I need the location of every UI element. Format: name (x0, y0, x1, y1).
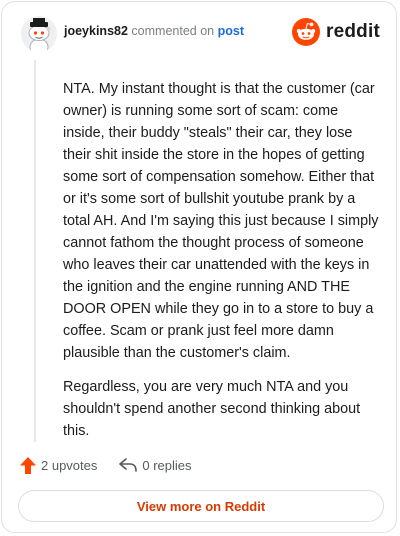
post-link[interactable]: post (218, 24, 244, 38)
upvote-count[interactable]: 2 upvotes (41, 458, 97, 473)
brand-name: reddit (326, 21, 380, 42)
comment-card: joeykins82 commented on post reddit NTA.… (1, 1, 397, 533)
reply-arrow-icon[interactable] (119, 458, 138, 472)
comment-paragraph: NTA. My instant thought is that the cust… (63, 81, 379, 361)
view-more-button[interactable]: View more on Reddit (18, 490, 384, 522)
thread-line (34, 60, 36, 442)
comment-meta: joeykins82 commented on post (64, 24, 244, 38)
username[interactable]: joeykins82 (64, 24, 128, 38)
reply-count[interactable]: 0 replies (142, 458, 191, 473)
commented-on-text: commented on (131, 24, 215, 38)
reddit-logo-icon (292, 18, 321, 46)
comment-body: NTA. My instant thought is that the cust… (63, 78, 379, 454)
reddit-brand[interactable]: reddit (292, 18, 380, 46)
comment-actions: 2 upvotes 0 replies (20, 454, 192, 476)
upvote-arrow-icon[interactable] (20, 456, 36, 474)
comment-header: joeykins82 commented on post reddit (16, 14, 382, 54)
snoo-avatar-icon (21, 16, 57, 52)
comment-paragraph: Regardless, you are very much NTA and yo… (63, 379, 361, 439)
avatar[interactable] (21, 16, 57, 52)
